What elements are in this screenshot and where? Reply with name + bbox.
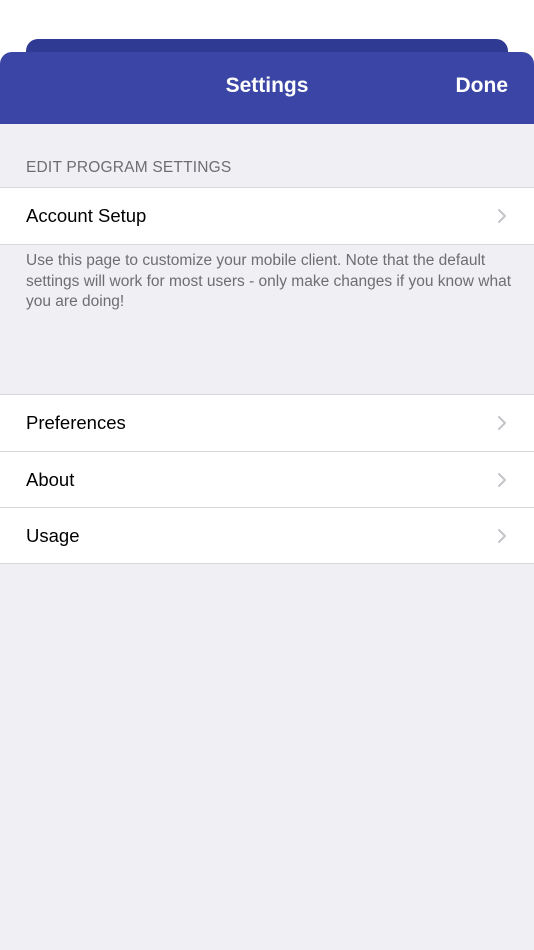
page-title: Settings — [225, 74, 309, 97]
program-settings-group: Account Setup — [0, 187, 534, 245]
section-header-edit-program-settings: EDIT PROGRAM SETTINGS — [26, 159, 232, 176]
account-setup-row[interactable]: Account Setup — [0, 188, 534, 244]
done-button[interactable]: Done — [456, 74, 509, 98]
chevron-right-icon — [498, 472, 506, 487]
chevron-right-icon — [498, 528, 506, 543]
usage-label: Usage — [26, 524, 80, 546]
about-row[interactable]: About — [0, 451, 534, 507]
chevron-right-icon — [498, 416, 506, 430]
about-label: About — [26, 468, 75, 490]
screen: Settings Done EDIT PROGRAM SETTINGS Acco… — [0, 0, 534, 950]
account-setup-label: Account Setup — [26, 205, 147, 226]
usage-row[interactable]: Usage — [0, 507, 534, 563]
section-footer-note: Use this page to customize your mobile c… — [26, 252, 511, 310]
preferences-row[interactable]: Preferences — [0, 395, 534, 451]
preferences-label: Preferences — [26, 412, 126, 433]
general-settings-group: Preferences About Usage — [0, 394, 534, 564]
chevron-right-icon — [498, 209, 506, 223]
settings-sheet: Settings Done EDIT PROGRAM SETTINGS Acco… — [0, 52, 534, 950]
navigation-bar: Settings Done — [0, 52, 534, 124]
